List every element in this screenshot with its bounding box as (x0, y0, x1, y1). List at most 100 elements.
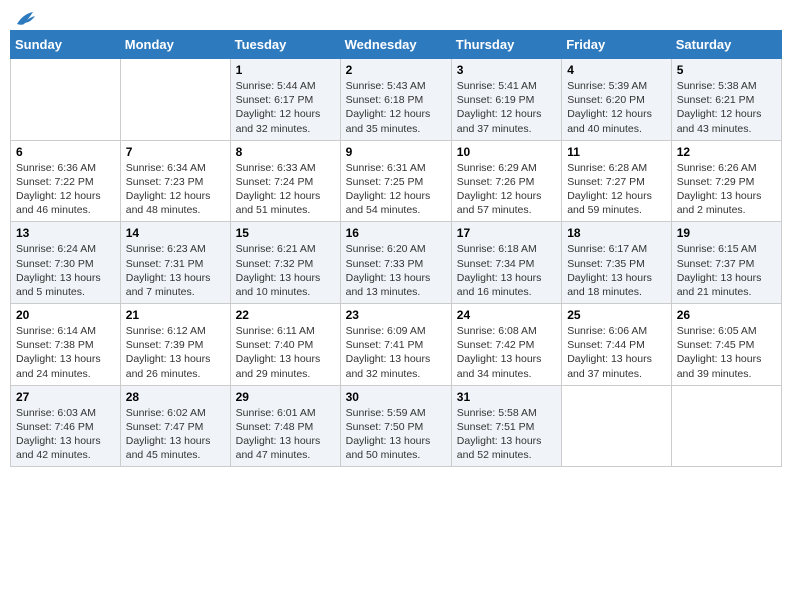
calendar-cell: 10Sunrise: 6:29 AMSunset: 7:26 PMDayligh… (451, 140, 561, 222)
cell-info: Sunrise: 6:15 AMSunset: 7:37 PMDaylight:… (677, 242, 776, 299)
calendar-table: SundayMondayTuesdayWednesdayThursdayFrid… (10, 30, 782, 467)
calendar-cell: 15 Sunrise: 6:21 AMSunset: 7:32 PMDayligh… (230, 222, 340, 304)
calendar-cell: 29 Sunrise: 6:01 AMSunset: 7:48 PMDayligh… (230, 385, 340, 467)
calendar-cell: 28Sunrise: 6:02 AMSunset: 7:47 PMDayligh… (120, 385, 230, 467)
cell-info: Sunrise: 5:39 AMSunset: 6:20 PMDaylight:… (567, 79, 666, 136)
page-header (10, 10, 782, 22)
cell-info: Sunrise: 6:36 AMSunset: 7:22 PMDaylight:… (16, 161, 115, 218)
cell-info: Sunrise: 6:33 AMSunset: 7:24 PMDaylight:… (236, 161, 335, 218)
cell-info: Sunrise: 6:31 AMSunset: 7:25 PMDaylight:… (346, 161, 446, 218)
day-number: 24 (457, 308, 556, 322)
day-number: 29 (236, 390, 335, 404)
calendar-cell (671, 385, 781, 467)
day-header-tuesday: Tuesday (230, 31, 340, 59)
cell-info: Sunrise: 5:58 AMSunset: 7:51 PMDaylight:… (457, 406, 556, 463)
day-number: 30 (346, 390, 446, 404)
calendar-cell (120, 59, 230, 141)
calendar-cell: 4 Sunrise: 5:39 AMSunset: 6:20 PMDaylight… (562, 59, 672, 141)
calendar-cell (562, 385, 672, 467)
logo (14, 10, 38, 22)
day-number: 22 (236, 308, 335, 322)
day-number: 8 (236, 145, 335, 159)
day-header-friday: Friday (562, 31, 672, 59)
cell-info: Sunrise: 6:09 AMSunset: 7:41 PMDaylight:… (346, 324, 446, 381)
cell-info: Sunrise: 5:59 AMSunset: 7:50 PMDaylight:… (346, 406, 446, 463)
cell-info: Sunrise: 5:38 AMSunset: 6:21 PMDaylight:… (677, 79, 776, 136)
day-number: 1 (236, 63, 335, 77)
day-number: 2 (346, 63, 446, 77)
calendar-cell: 8 Sunrise: 6:33 AMSunset: 7:24 PMDaylight… (230, 140, 340, 222)
cell-info: Sunrise: 6:24 AMSunset: 7:30 PMDaylight:… (16, 242, 115, 299)
day-number: 27 (16, 390, 115, 404)
logo-bird-icon (15, 10, 37, 28)
calendar-cell: 14 Sunrise: 6:23 AMSunset: 7:31 PMDayligh… (120, 222, 230, 304)
day-number: 25 (567, 308, 666, 322)
calendar-cell: 17Sunrise: 6:18 AMSunset: 7:34 PMDayligh… (451, 222, 561, 304)
calendar-cell: 2Sunrise: 5:43 AMSunset: 6:18 PMDaylight… (340, 59, 451, 141)
day-number: 23 (346, 308, 446, 322)
calendar-cell (11, 59, 121, 141)
day-number: 6 (16, 145, 115, 159)
calendar-cell: 16Sunrise: 6:20 AMSunset: 7:33 PMDayligh… (340, 222, 451, 304)
calendar-cell: 3 Sunrise: 5:41 AMSunset: 6:19 PMDaylight… (451, 59, 561, 141)
cell-info: Sunrise: 6:20 AMSunset: 7:33 PMDaylight:… (346, 242, 446, 299)
calendar-cell: 13 Sunrise: 6:24 AMSunset: 7:30 PMDayligh… (11, 222, 121, 304)
calendar-cell: 21Sunrise: 6:12 AMSunset: 7:39 PMDayligh… (120, 304, 230, 386)
cell-info: Sunrise: 6:18 AMSunset: 7:34 PMDaylight:… (457, 242, 556, 299)
day-number: 14 (126, 226, 225, 240)
calendar-cell: 6 Sunrise: 6:36 AMSunset: 7:22 PMDaylight… (11, 140, 121, 222)
cell-info: Sunrise: 6:29 AMSunset: 7:26 PMDaylight:… (457, 161, 556, 218)
cell-info: Sunrise: 6:23 AMSunset: 7:31 PMDaylight:… (126, 242, 225, 299)
day-header-thursday: Thursday (451, 31, 561, 59)
calendar-cell: 22 Sunrise: 6:11 AMSunset: 7:40 PMDayligh… (230, 304, 340, 386)
day-number: 4 (567, 63, 666, 77)
cell-info: Sunrise: 5:44 AMSunset: 6:17 PMDaylight:… (236, 79, 335, 136)
cell-info: Sunrise: 6:21 AMSunset: 7:32 PMDaylight:… (236, 242, 335, 299)
calendar-cell: 12Sunrise: 6:26 AMSunset: 7:29 PMDayligh… (671, 140, 781, 222)
day-number: 3 (457, 63, 556, 77)
calendar-week-row: 20Sunrise: 6:14 AMSunset: 7:38 PMDayligh… (11, 304, 782, 386)
day-number: 20 (16, 308, 115, 322)
calendar-header-row: SundayMondayTuesdayWednesdayThursdayFrid… (11, 31, 782, 59)
calendar-cell: 30 Sunrise: 5:59 AMSunset: 7:50 PMDayligh… (340, 385, 451, 467)
calendar-cell: 24 Sunrise: 6:08 AMSunset: 7:42 PMDayligh… (451, 304, 561, 386)
calendar-cell: 25 Sunrise: 6:06 AMSunset: 7:44 PMDayligh… (562, 304, 672, 386)
day-number: 12 (677, 145, 776, 159)
day-number: 13 (16, 226, 115, 240)
day-number: 21 (126, 308, 225, 322)
day-header-sunday: Sunday (11, 31, 121, 59)
day-number: 9 (346, 145, 446, 159)
cell-info: Sunrise: 6:05 AMSunset: 7:45 PMDaylight:… (677, 324, 776, 381)
calendar-cell: 19 Sunrise: 6:15 AMSunset: 7:37 PMDayligh… (671, 222, 781, 304)
calendar-cell: 23 Sunrise: 6:09 AMSunset: 7:41 PMDayligh… (340, 304, 451, 386)
day-number: 31 (457, 390, 556, 404)
calendar-cell: 9 Sunrise: 6:31 AMSunset: 7:25 PMDaylight… (340, 140, 451, 222)
calendar-cell: 11Sunrise: 6:28 AMSunset: 7:27 PMDayligh… (562, 140, 672, 222)
calendar-cell: 1 Sunrise: 5:44 AMSunset: 6:17 PMDaylight… (230, 59, 340, 141)
day-number: 18 (567, 226, 666, 240)
day-number: 19 (677, 226, 776, 240)
cell-info: Sunrise: 6:34 AMSunset: 7:23 PMDaylight:… (126, 161, 225, 218)
cell-info: Sunrise: 6:11 AMSunset: 7:40 PMDaylight:… (236, 324, 335, 381)
day-number: 26 (677, 308, 776, 322)
day-number: 28 (126, 390, 225, 404)
calendar-week-row: 13 Sunrise: 6:24 AMSunset: 7:30 PMDayligh… (11, 222, 782, 304)
cell-info: Sunrise: 6:06 AMSunset: 7:44 PMDaylight:… (567, 324, 666, 381)
calendar-cell: 7Sunrise: 6:34 AMSunset: 7:23 PMDaylight… (120, 140, 230, 222)
day-header-saturday: Saturday (671, 31, 781, 59)
calendar-cell: 20Sunrise: 6:14 AMSunset: 7:38 PMDayligh… (11, 304, 121, 386)
cell-info: Sunrise: 6:01 AMSunset: 7:48 PMDaylight:… (236, 406, 335, 463)
cell-info: Sunrise: 6:08 AMSunset: 7:42 PMDaylight:… (457, 324, 556, 381)
calendar-week-row: 1 Sunrise: 5:44 AMSunset: 6:17 PMDaylight… (11, 59, 782, 141)
day-number: 5 (677, 63, 776, 77)
cell-info: Sunrise: 5:41 AMSunset: 6:19 PMDaylight:… (457, 79, 556, 136)
day-number: 15 (236, 226, 335, 240)
day-number: 11 (567, 145, 666, 159)
calendar-cell: 31 Sunrise: 5:58 AMSunset: 7:51 PMDayligh… (451, 385, 561, 467)
day-header-monday: Monday (120, 31, 230, 59)
calendar-cell: 5 Sunrise: 5:38 AMSunset: 6:21 PMDaylight… (671, 59, 781, 141)
day-header-wednesday: Wednesday (340, 31, 451, 59)
calendar-week-row: 27 Sunrise: 6:03 AMSunset: 7:46 PMDayligh… (11, 385, 782, 467)
cell-info: Sunrise: 6:03 AMSunset: 7:46 PMDaylight:… (16, 406, 115, 463)
calendar-cell: 18Sunrise: 6:17 AMSunset: 7:35 PMDayligh… (562, 222, 672, 304)
